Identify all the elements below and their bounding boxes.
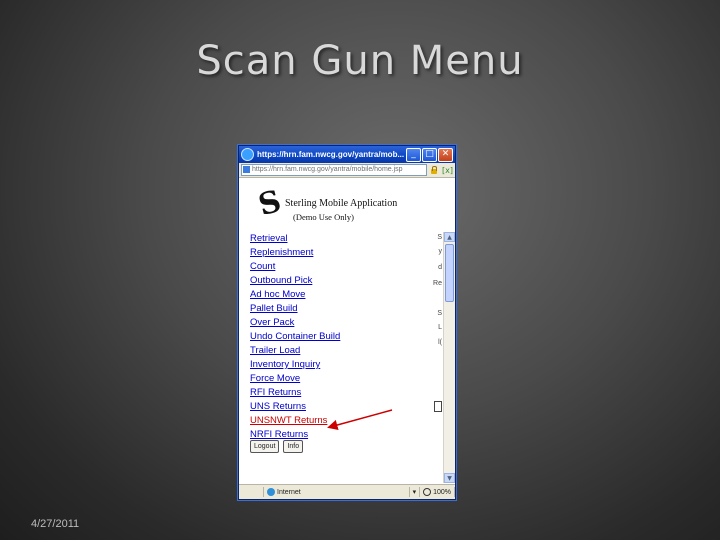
slide-date: 4/27/2011 [31,518,80,530]
annotation-arrow [327,409,393,431]
arrow-line [327,409,393,431]
